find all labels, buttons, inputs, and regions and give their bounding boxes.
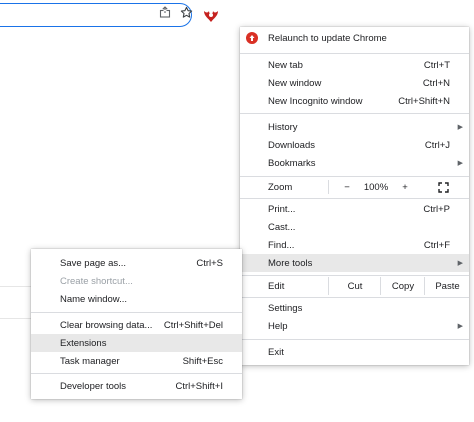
zoom-out-button[interactable]: − [340, 178, 354, 196]
chevron-right-icon: ▶ [457, 124, 463, 131]
shortcut-text: Ctrl+T [423, 59, 450, 71]
menu-item-label: Extensions [60, 337, 107, 349]
menu-separator [240, 53, 469, 54]
chrome-main-menu: Relaunch to update Chrome New tab Ctrl+T… [240, 27, 469, 365]
menu-item-label: More tools [268, 257, 313, 269]
menu-item-zoom: Zoom − 100% + [240, 178, 469, 196]
menu-item-exit[interactable]: Exit [240, 343, 469, 361]
menu-item-find[interactable]: Find... Ctrl+F [240, 236, 469, 254]
menu-item-label: Developer tools [60, 380, 127, 392]
menu-item-bookmarks[interactable]: Bookmarks ▶ [240, 154, 469, 172]
profile-avatar-icon[interactable] [200, 4, 222, 26]
shortcut-text: Ctrl+N [422, 77, 450, 89]
star-icon[interactable] [179, 5, 193, 19]
shortcut-text: Ctrl+Shift+N [398, 95, 450, 107]
menu-separator [240, 297, 469, 298]
menu-item-label: Edit [268, 280, 285, 292]
menu-item-label: Save page as... [60, 257, 127, 269]
menu-separator [240, 113, 469, 114]
menu-item-label: Cast... [268, 221, 296, 233]
menu-item-create-shortcut: Create shortcut... [31, 272, 242, 290]
menu-item-task-manager[interactable]: Task manager Shift+Esc [31, 352, 242, 370]
menu-separator [240, 176, 469, 177]
menu-item-save-page[interactable]: Save page as... Ctrl+S [31, 254, 242, 272]
zoom-in-button[interactable]: + [398, 178, 412, 196]
menu-item-new-tab[interactable]: New tab Ctrl+T [240, 56, 469, 74]
menu-item-label: Name window... [60, 293, 128, 305]
menu-separator [240, 339, 469, 340]
cut-button[interactable]: Cut [328, 277, 381, 295]
menu-item-label: New Incognito window [268, 95, 363, 107]
menu-item-more-tools[interactable]: More tools ▶ [240, 254, 469, 272]
menu-item-label: Help [268, 320, 288, 332]
relaunch-menu-item[interactable]: Relaunch to update Chrome [240, 29, 469, 47]
menu-item-new-window[interactable]: New window Ctrl+N [240, 74, 469, 92]
menu-item-settings[interactable]: Settings [240, 299, 469, 317]
menu-item-label: Settings [268, 302, 303, 314]
menu-item-label: Print... [268, 203, 296, 215]
fullscreen-icon[interactable] [436, 178, 450, 196]
copy-button[interactable]: Copy [380, 277, 425, 295]
menu-item-label: Exit [268, 346, 284, 358]
menu-item-print[interactable]: Print... Ctrl+P [240, 200, 469, 218]
menu-item-label: New tab [268, 59, 303, 71]
shortcut-text: Ctrl+Shift+Del [163, 319, 223, 331]
menu-item-label: Task manager [60, 355, 120, 367]
menu-item-downloads[interactable]: Downloads Ctrl+J [240, 136, 469, 154]
menu-item-label: Zoom [268, 181, 293, 193]
menu-item-label: History [268, 121, 298, 133]
menu-item-history[interactable]: History ▶ [240, 118, 469, 136]
menu-item-name-window[interactable]: Name window... [31, 290, 242, 308]
menu-separator [31, 373, 242, 374]
menu-item-label: Downloads [268, 139, 315, 151]
menu-item-edit: Edit Cut Copy Paste [240, 277, 469, 295]
share-icon[interactable] [158, 5, 172, 19]
menu-item-label: Create shortcut... [60, 275, 133, 287]
chevron-right-icon: ▶ [457, 160, 463, 167]
menu-separator [240, 275, 469, 276]
menu-item-developer-tools[interactable]: Developer tools Ctrl+Shift+I [31, 377, 242, 395]
chevron-right-icon: ▶ [457, 323, 463, 330]
menu-item-extensions[interactable]: Extensions [31, 334, 242, 352]
menu-item-help[interactable]: Help ▶ [240, 317, 469, 335]
zoom-level: 100% [363, 181, 389, 193]
menu-item-cast[interactable]: Cast... [240, 218, 469, 236]
menu-item-label: Clear browsing data... [60, 319, 153, 331]
shortcut-text: Ctrl+Shift+I [175, 380, 223, 392]
menu-separator [31, 312, 242, 313]
zoom-divider [328, 180, 329, 194]
update-alert-icon [246, 32, 258, 44]
paste-button[interactable]: Paste [424, 277, 470, 295]
menu-separator [240, 198, 469, 199]
shortcut-text: Shift+Esc [182, 355, 223, 367]
shortcut-text: Ctrl+P [423, 203, 450, 215]
chevron-right-icon: ▶ [457, 260, 463, 267]
menu-item-label: Find... [268, 239, 295, 251]
menu-item-label: New window [268, 77, 322, 89]
relaunch-label: Relaunch to update Chrome [268, 32, 387, 44]
shortcut-text: Ctrl+J [424, 139, 450, 151]
more-tools-submenu: Save page as... Ctrl+S Create shortcut..… [31, 249, 242, 399]
shortcut-text: Ctrl+F [423, 239, 450, 251]
menu-item-clear-browsing-data[interactable]: Clear browsing data... Ctrl+Shift+Del [31, 316, 242, 334]
shortcut-text: Ctrl+S [196, 257, 223, 269]
menu-item-new-incognito[interactable]: New Incognito window Ctrl+Shift+N [240, 92, 469, 110]
menu-item-label: Bookmarks [268, 157, 316, 169]
